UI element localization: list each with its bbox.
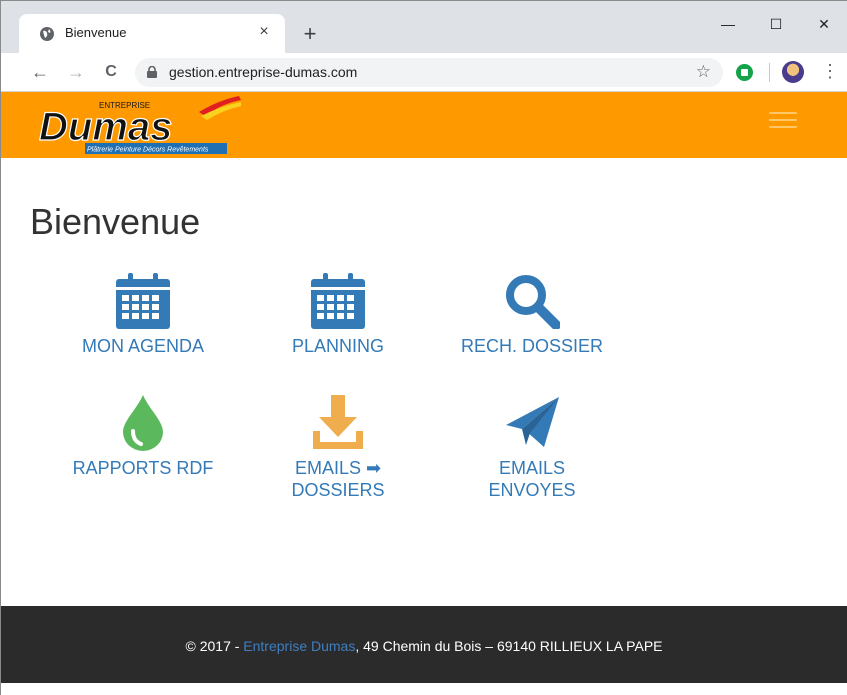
page-bottom (1, 683, 847, 695)
calendar-icon (311, 273, 365, 329)
hamburger-menu-icon[interactable] (769, 112, 797, 130)
tile-label-line2: DOSSIERS (291, 480, 385, 500)
hamburger-line (769, 119, 797, 121)
forward-button[interactable]: → (65, 61, 87, 83)
tile-label: EMAILS ➡ (294, 458, 382, 478)
download-icon (313, 395, 363, 449)
tile-emails-dossiers[interactable]: EMAILS ➡ DOSSIERS (253, 395, 423, 501)
address-bar[interactable]: gestion.entreprise-dumas.com ☆ (135, 58, 723, 87)
logo-name: Dumas (39, 105, 172, 149)
tile-rech-dossier[interactable]: RECH. DOSSIER (447, 273, 617, 357)
paper-plane-icon (506, 397, 559, 447)
reload-button[interactable]: C (100, 61, 122, 83)
browser-window: Bienvenue × + — ☐ ✕ ← → C gestion.entrep… (0, 0, 847, 695)
tile-label: MON AGENDA (81, 336, 205, 356)
new-tab-button[interactable]: + (299, 23, 321, 45)
site-footer: © 2017 - Entreprise Dumas, 49 Chemin du … (1, 606, 847, 683)
hamburger-line (769, 112, 797, 114)
drop-icon (123, 395, 163, 451)
maximize-button[interactable]: ☐ (753, 9, 799, 39)
minimize-button[interactable]: — (705, 9, 751, 39)
tab-close-icon[interactable]: × (255, 23, 273, 41)
back-button[interactable]: ← (29, 61, 51, 83)
profile-avatar[interactable] (782, 61, 804, 83)
globe-icon (40, 27, 54, 41)
extension-icon[interactable] (736, 64, 753, 81)
main-content: Bienvenue MON AGENDA PLANNING RECH. DOSS… (1, 158, 847, 606)
tile-label: RECH. DOSSIER (460, 336, 604, 356)
tile-mon-agenda[interactable]: MON AGENDA (58, 273, 228, 357)
dumas-logo[interactable]: ENTREPRISE Dumas Plâtrerie Peinture Déco… (29, 94, 244, 156)
search-icon (506, 275, 560, 329)
tile-planning[interactable]: PLANNING (253, 273, 423, 357)
tab-strip: Bienvenue × + — ☐ ✕ (1, 1, 847, 53)
tab-bienvenue[interactable]: Bienvenue × (19, 14, 285, 53)
hamburger-line (769, 126, 797, 128)
footer-company-link[interactable]: Entreprise Dumas (243, 638, 355, 654)
browser-toolbar: ← → C gestion.entreprise-dumas.com ☆ ⋮ (1, 53, 847, 92)
toolbar-separator (769, 63, 770, 82)
url-text: gestion.entreprise-dumas.com (169, 64, 358, 80)
close-window-button[interactable]: ✕ (801, 9, 847, 39)
logo-tagline: Plâtrerie Peinture Décors Revêtements (87, 147, 209, 154)
bookmark-star-icon[interactable]: ☆ (696, 62, 711, 82)
tile-emails-envoyes[interactable]: EMAILS ENVOYES (447, 395, 617, 501)
footer-text: © 2017 - Entreprise Dumas, 49 Chemin du … (1, 638, 847, 654)
site-header: ENTREPRISE Dumas Plâtrerie Peinture Déco… (1, 92, 847, 158)
lock-icon (147, 66, 157, 78)
footer-address: , 49 Chemin du Bois – 69140 RILLIEUX LA … (355, 638, 663, 654)
tile-label-line2: ENVOYES (488, 480, 576, 500)
tile-label: PLANNING (291, 336, 385, 356)
tile-rapports-rdf[interactable]: RAPPORTS RDF (58, 395, 228, 479)
tab-title: Bienvenue (65, 25, 127, 40)
calendar-icon (116, 273, 170, 329)
tile-label: EMAILS (498, 458, 566, 478)
tile-label: RAPPORTS RDF (72, 458, 214, 478)
browser-menu-icon[interactable]: ⋮ (821, 61, 839, 83)
page-title: Bienvenue (30, 201, 201, 242)
footer-copyright: © 2017 - (185, 638, 244, 654)
